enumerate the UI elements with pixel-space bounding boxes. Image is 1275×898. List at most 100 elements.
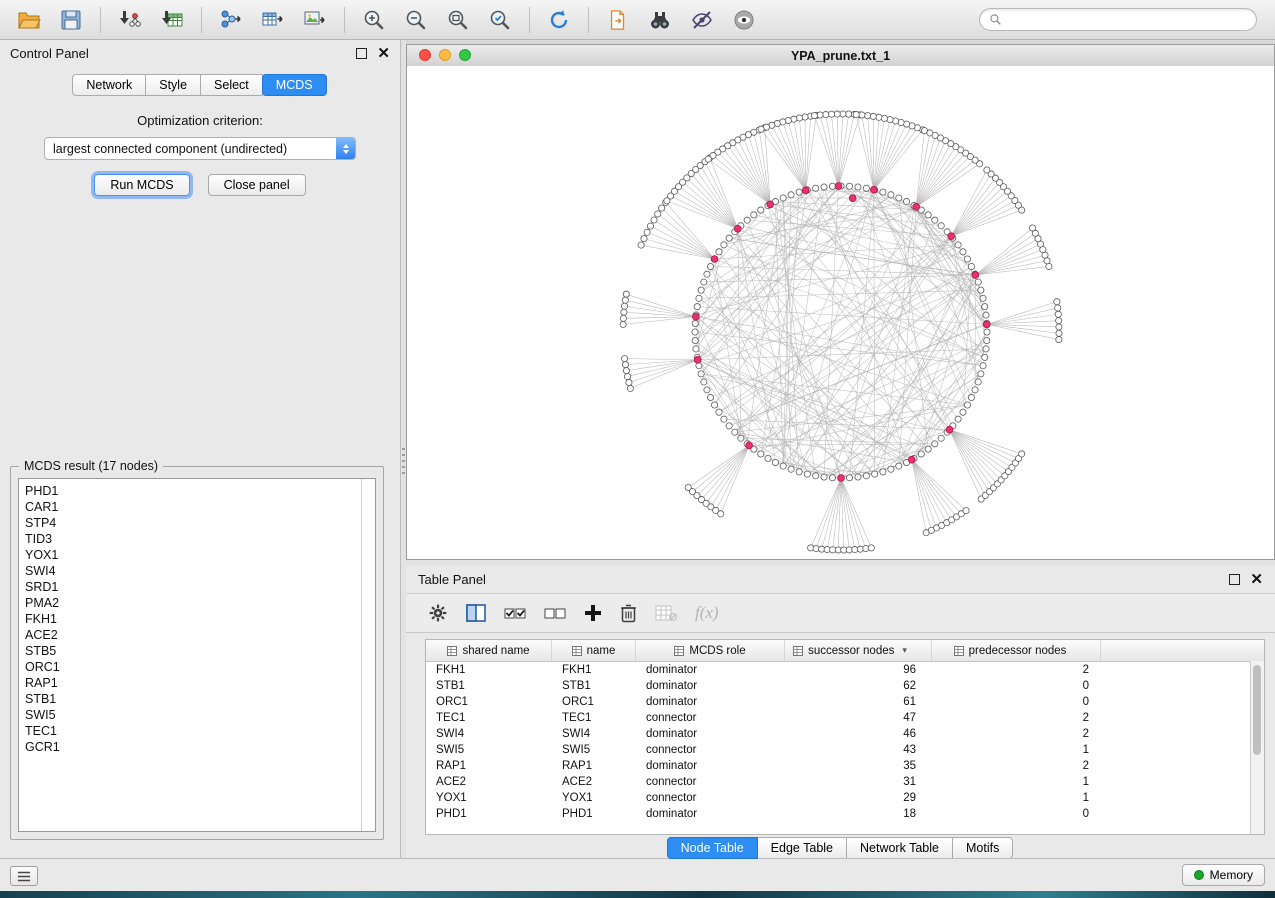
column-header-mcds-role[interactable]: MCDS role	[636, 640, 785, 661]
mcds-node-item[interactable]: TID3	[25, 531, 375, 547]
table-row[interactable]: SWI4SWI4dominator462	[426, 726, 1264, 742]
export-table-button[interactable]	[255, 4, 291, 36]
show-all-button[interactable]	[726, 4, 762, 36]
tab-select[interactable]: Select	[200, 74, 263, 96]
minimize-window-traffic-light[interactable]	[439, 49, 451, 61]
column-header-name[interactable]: name	[552, 640, 636, 661]
criterion-select[interactable]: largest connected component (undirected)	[44, 137, 356, 160]
mcds-node-item[interactable]: STB5	[25, 643, 375, 659]
tab-network[interactable]: Network	[72, 74, 146, 96]
table-cell: dominator	[636, 808, 785, 820]
tab-edge-table[interactable]: Edge Table	[757, 837, 847, 859]
control-panel-tabs: Network Style Select MCDS	[0, 74, 400, 96]
export-network-button[interactable]	[213, 4, 249, 36]
status-menu-button[interactable]	[10, 866, 38, 886]
table-row[interactable]: YOX1YOX1connector291	[426, 790, 1264, 806]
search-input[interactable]	[1008, 12, 1247, 28]
network-canvas[interactable]	[407, 66, 1274, 559]
table-cell: PHD1	[552, 808, 636, 820]
table-row[interactable]: ORC1ORC1dominator610	[426, 694, 1264, 710]
tab-motifs[interactable]: Motifs	[952, 837, 1013, 859]
table-row[interactable]: STB1STB1dominator620	[426, 678, 1264, 694]
mcds-node-item[interactable]: ORC1	[25, 659, 375, 675]
zoom-out-button[interactable]	[398, 4, 434, 36]
import-table-button[interactable]	[154, 4, 190, 36]
maximize-window-traffic-light[interactable]	[459, 49, 471, 61]
mcds-node-item[interactable]: SWI4	[25, 563, 375, 579]
refresh-button[interactable]	[541, 4, 577, 36]
export-image-button[interactable]	[297, 4, 333, 36]
table-row[interactable]: FKH1FKH1dominator962	[426, 662, 1264, 678]
close-table-panel-icon[interactable]: ✕	[1250, 572, 1263, 587]
hide-selected-button[interactable]	[684, 4, 720, 36]
close-window-traffic-light[interactable]	[419, 49, 431, 61]
zoom-out-icon	[404, 8, 428, 32]
table-cell: 0	[932, 808, 1101, 820]
deselect-all-button[interactable]	[544, 600, 566, 626]
memory-button[interactable]: Memory	[1182, 864, 1265, 886]
mcds-node-item[interactable]: YOX1	[25, 547, 375, 563]
hide-table-button[interactable]	[655, 600, 677, 626]
tab-style[interactable]: Style	[145, 74, 201, 96]
table-row[interactable]: ACE2ACE2connector311	[426, 774, 1264, 790]
select-all-button[interactable]	[504, 600, 526, 626]
table-row[interactable]: SWI5SWI5connector431	[426, 742, 1264, 758]
close-panel-button[interactable]: Close panel	[208, 174, 306, 196]
node-table: shared name name MCDS role successor nod…	[425, 639, 1265, 835]
table-scrollbar-thumb[interactable]	[1253, 665, 1261, 755]
column-header-predecessor-nodes[interactable]: predecessor nodes	[932, 640, 1101, 661]
sort-chevron-icon[interactable]: ▾	[902, 645, 907, 656]
table-cell: 43	[785, 744, 932, 756]
tab-network-table[interactable]: Network Table	[846, 837, 953, 859]
column-header-label: name	[587, 645, 616, 657]
mcds-list-scrollbar[interactable]	[361, 479, 375, 831]
mcds-node-item[interactable]: PHD1	[25, 483, 375, 499]
mcds-node-item[interactable]: FKH1	[25, 611, 375, 627]
table-panel: Table Panel ✕	[406, 565, 1275, 858]
import-network-button[interactable]	[112, 4, 148, 36]
table-cell: FKH1	[552, 664, 636, 676]
zoom-in-button[interactable]	[356, 4, 392, 36]
mcds-node-item[interactable]: ACE2	[25, 627, 375, 643]
column-header-successor-nodes[interactable]: successor nodes ▾	[785, 640, 932, 661]
mcds-node-item[interactable]: STB1	[25, 691, 375, 707]
mcds-result-title: MCDS result (17 nodes)	[19, 459, 163, 473]
control-panel-title: Control Panel	[10, 46, 89, 61]
create-column-button[interactable]	[584, 600, 602, 626]
mcds-node-item[interactable]: TEC1	[25, 723, 375, 739]
search-box[interactable]	[979, 8, 1257, 31]
delete-column-button[interactable]	[620, 600, 637, 626]
table-row[interactable]: TEC1TEC1connector472	[426, 710, 1264, 726]
zoom-selected-button[interactable]	[482, 4, 518, 36]
share-document-button[interactable]	[600, 4, 636, 36]
mcds-node-item[interactable]: RAP1	[25, 675, 375, 691]
list-icon	[17, 871, 31, 882]
mcds-node-item[interactable]: PMA2	[25, 595, 375, 611]
open-file-button[interactable]	[11, 4, 47, 36]
find-button[interactable]	[642, 4, 678, 36]
mcds-result-listbox[interactable]: PHD1CAR1STP4TID3YOX1SWI4SRD1PMA2FKH1ACE2…	[18, 478, 376, 832]
tab-node-table[interactable]: Node Table	[667, 837, 758, 859]
column-header-shared-name[interactable]: shared name	[426, 640, 552, 661]
mcds-node-item[interactable]: STP4	[25, 515, 375, 531]
network-window-titlebar[interactable]: YPA_prune.txt_1	[407, 45, 1274, 67]
zoom-fit-button[interactable]	[440, 4, 476, 36]
table-row[interactable]: RAP1RAP1dominator352	[426, 758, 1264, 774]
table-cell: 29	[785, 792, 932, 804]
save-session-button[interactable]	[53, 4, 89, 36]
tab-mcds[interactable]: MCDS	[262, 74, 327, 96]
close-panel-icon[interactable]: ✕	[377, 46, 390, 61]
run-mcds-button[interactable]: Run MCDS	[94, 174, 189, 196]
table-settings-button[interactable]	[428, 600, 448, 626]
float-table-panel-icon[interactable]	[1229, 574, 1240, 585]
float-panel-icon[interactable]	[356, 48, 367, 59]
mcds-node-item[interactable]: SWI5	[25, 707, 375, 723]
table-row[interactable]: PHD1PHD1dominator180	[426, 806, 1264, 822]
show-columns-button[interactable]	[466, 600, 486, 626]
table-cell: 46	[785, 728, 932, 740]
mcds-node-item[interactable]: GCR1	[25, 739, 375, 755]
mcds-node-item[interactable]: CAR1	[25, 499, 375, 515]
function-builder-button[interactable]: f(x)	[695, 600, 719, 626]
table-scrollbar[interactable]	[1250, 661, 1264, 834]
mcds-node-item[interactable]: SRD1	[25, 579, 375, 595]
